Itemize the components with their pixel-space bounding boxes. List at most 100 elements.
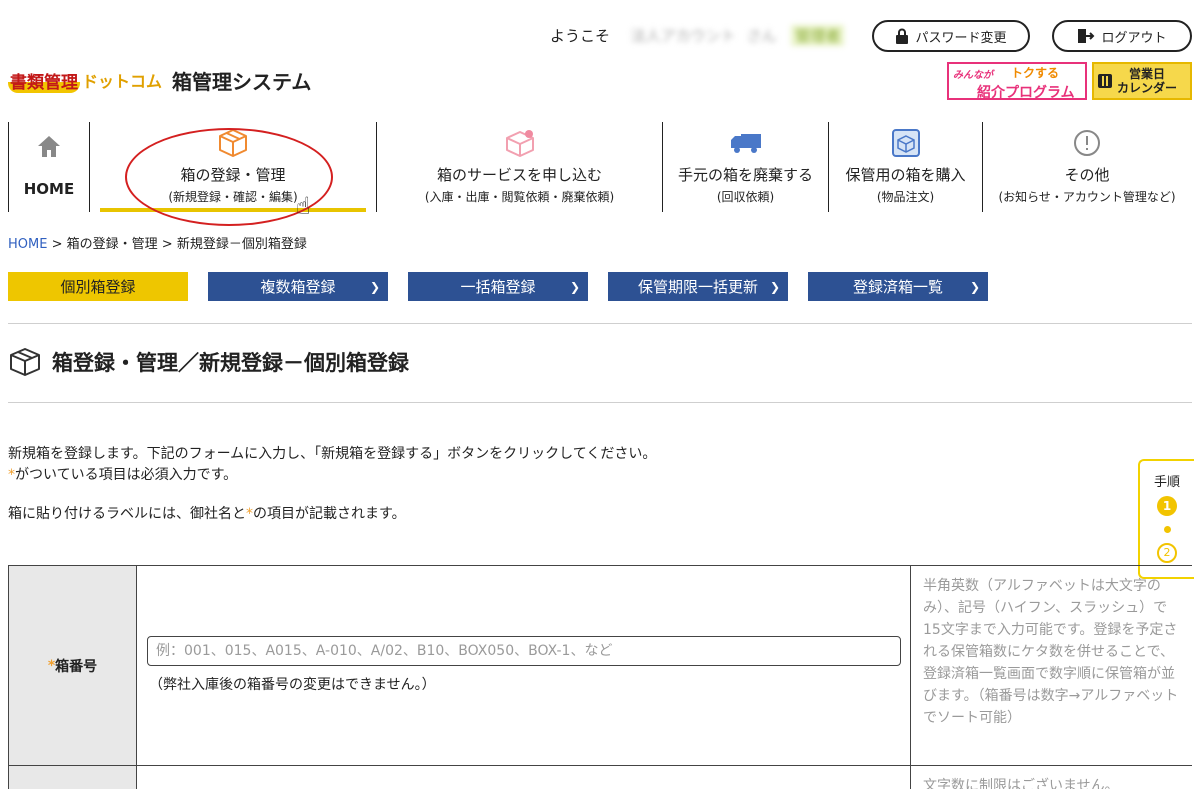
breadcrumb-separator: > — [47, 237, 67, 252]
box-number-input-cell: （弊社入庫後の箱番号の変更はできません。） — [137, 566, 911, 765]
breadcrumb-current: 新規登録－個別箱登録 — [176, 237, 307, 252]
tab-label: 複数箱登録 — [260, 278, 336, 296]
site-logo[interactable]: 書類管理 ドットコム 箱管理システム — [8, 64, 311, 96]
nav-box-management[interactable]: 箱の登録・管理 (新規登録・確認・編集) — [89, 122, 376, 212]
intro-label-note-a: 箱に貼り付けるラベルには、御社名と — [8, 506, 246, 522]
nav-other-sub: (お知らせ・アカウント管理など) — [998, 190, 1176, 204]
page-title-block: 箱登録・管理／新規登録－個別箱登録 — [8, 346, 409, 378]
nav-active-underline — [100, 208, 366, 212]
breadcrumb: HOME > 箱の登録・管理 > 新規登録－個別箱登録 — [8, 233, 307, 252]
box-icon — [10, 348, 40, 376]
page-title: 箱登録・管理／新規登録－個別箱登録 — [52, 351, 409, 375]
tab-label: 一括箱登録 — [460, 278, 536, 296]
admin-badge: 管理者 — [791, 25, 845, 46]
tab-label: 保管期限一括更新 — [637, 278, 758, 296]
breadcrumb-separator: > — [157, 237, 177, 252]
logout-button[interactable]: ログアウト — [1052, 20, 1192, 52]
account-name: 法人アカウント — [630, 27, 736, 45]
required-asterisk: * — [8, 467, 15, 483]
form-row-box-number: *箱番号 （弊社入庫後の箱番号の変更はできません。） 半角英数（アルファベットは… — [8, 566, 1192, 766]
nav-buy-box[interactable]: 保管用の箱を購入 (物品注文) — [828, 122, 982, 212]
box-number-note: （弊社入庫後の箱番号の変更はできません。） — [149, 677, 436, 693]
divider — [8, 402, 1192, 403]
referral-program-banner[interactable]: みんなが トクする 紹介プログラム — [947, 62, 1087, 101]
info-circle-icon — [1074, 130, 1100, 156]
form-row-next: 文字数に制限はございません。 — [8, 766, 1192, 789]
nav-dispose-sub: (回収依頼) — [716, 190, 775, 204]
promo-big-text: 紹介プログラム — [977, 85, 1075, 101]
tab-label: 登録済箱一覧 — [852, 278, 943, 296]
nav-buy-sub: (物品注文) — [876, 190, 935, 204]
nav-box-service[interactable]: 箱のサービスを申し込む (入庫・出庫・閲覧依頼・廃棄依頼) — [376, 122, 662, 212]
nav-buy-label: 保管用の箱を購入 — [845, 166, 966, 184]
nav-other-label: その他 — [1064, 166, 1110, 184]
chevron-right-icon: ❯ — [969, 279, 980, 294]
divider — [8, 323, 1192, 324]
chevron-right-icon: ❯ — [769, 279, 780, 294]
box-icon — [219, 129, 247, 157]
tab-individual-registration[interactable]: 個別箱登録 — [8, 272, 188, 301]
step-2: 2 — [1157, 543, 1177, 563]
tab-label: 個別箱登録 — [60, 278, 136, 296]
nav-service-label: 箱のサービスを申し込む — [436, 166, 602, 184]
box-number-help: 半角英数（アルファベットは大文字のみ）、記号（ハイフン、スラッシュ）で15文字ま… — [923, 578, 1179, 726]
password-change-button[interactable]: パスワード変更 — [872, 20, 1030, 52]
calendar-line2: カレンダー — [1117, 81, 1178, 95]
logo-dotcom: ドットコム — [82, 72, 163, 91]
steps-label: 手順 — [1153, 475, 1180, 490]
nav-other[interactable]: その他 (お知らせ・アカウント管理など) — [982, 122, 1192, 212]
registration-form-table: *箱番号 （弊社入庫後の箱番号の変更はできません。） 半角英数（アルファベットは… — [8, 565, 1192, 789]
box-purchase-icon — [891, 129, 920, 157]
chevron-right-icon: ❯ — [369, 279, 380, 294]
logout-label: ログアウト — [1101, 30, 1167, 46]
promo-toku-text: トクする — [1011, 66, 1060, 80]
intro-line-3: 箱に貼り付けるラベルには、御社名と*の項目が記載されます。 — [8, 503, 406, 523]
nav-box-sub: (新規登録・確認・編集) — [168, 190, 298, 204]
intro-line-1: 新規箱を登録します。下記のフォームに入力し、「新規箱を登録する」ボタンをクリック… — [8, 446, 657, 462]
nav-home[interactable]: HOME — [8, 122, 89, 212]
welcome-message: ようこそ 法人アカウント さん 管理者 — [550, 25, 845, 46]
password-change-label: パスワード変更 — [915, 30, 1007, 46]
tab-registered-box-list[interactable]: 登録済箱一覧 ❯ — [808, 272, 988, 301]
calendar-line1: 営業日 — [1129, 67, 1166, 81]
box-number-label-text: 箱番号 — [55, 658, 98, 675]
box-service-icon — [505, 130, 534, 157]
nav-service-sub: (入庫・出庫・閲覧依頼・廃棄依頼) — [424, 190, 615, 204]
breadcrumb-box-management[interactable]: 箱の登録・管理 — [67, 237, 158, 252]
required-asterisk: * — [47, 657, 56, 674]
truck-icon — [730, 134, 761, 153]
intro-line-2: *がついている項目は必須入力です。 — [8, 464, 237, 484]
tab-multiple-registration[interactable]: 複数箱登録 ❯ — [208, 272, 388, 301]
box-number-input[interactable] — [147, 636, 901, 666]
intro-label-note-b: の項目が記載されます。 — [253, 506, 406, 522]
next-row-label — [8, 766, 137, 789]
calendar-label: 営業日 カレンダー — [1117, 67, 1177, 95]
required-asterisk: * — [246, 506, 253, 522]
steps-indicator: 手順 1 2 — [1138, 459, 1194, 579]
lock-icon — [896, 28, 909, 44]
chevron-right-icon: ❯ — [569, 279, 580, 294]
tab-retention-bulk-update[interactable]: 保管期限一括更新 ❯ — [608, 272, 788, 301]
breadcrumb-home[interactable]: HOME — [8, 237, 47, 252]
intro-required-note: がついている項目は必須入力です。 — [15, 467, 238, 483]
step-1-active: 1 — [1157, 496, 1177, 516]
nav-home-label: HOME — [23, 180, 75, 198]
nav-dispose-label: 手元の箱を廃棄する — [677, 166, 813, 184]
welcome-text: ようこそ — [550, 27, 611, 45]
calendar-icon — [1098, 74, 1112, 88]
pointer-cursor-icon: ☝ — [296, 192, 311, 220]
nav-box-label: 箱の登録・管理 — [180, 166, 286, 184]
promo-small-text: みんなが — [953, 70, 993, 81]
business-calendar-button[interactable]: 営業日 カレンダー — [1092, 62, 1192, 100]
logout-icon — [1078, 29, 1095, 43]
box-number-label: * 箱番号 — [8, 566, 137, 765]
nav-dispose[interactable]: 手元の箱を廃棄する (回収依頼) — [662, 122, 828, 212]
next-row-input-cell — [137, 766, 911, 789]
system-name: 箱管理システム — [172, 69, 312, 94]
logo-main: 書類管理 — [8, 67, 80, 93]
step-connector-dot — [1163, 526, 1171, 533]
account-san: さん — [746, 27, 777, 45]
next-row-help: 文字数に制限はございません。 — [923, 778, 1119, 789]
tab-bulk-registration[interactable]: 一括箱登録 ❯ — [408, 272, 588, 301]
home-icon — [38, 136, 60, 157]
